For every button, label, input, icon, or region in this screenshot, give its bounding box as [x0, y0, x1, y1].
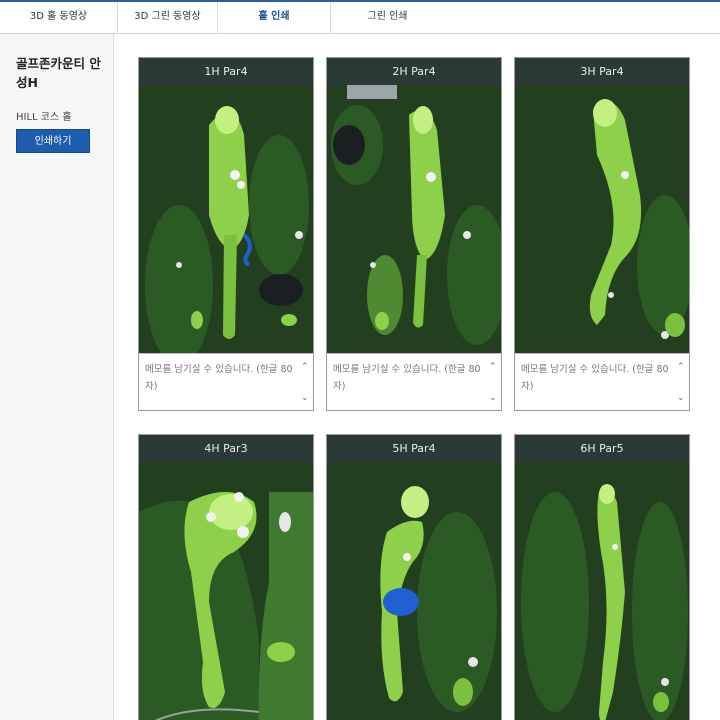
tab-3d-hole-video[interactable]: 3D 홀 동영상	[0, 2, 118, 34]
hole-map-4	[139, 462, 313, 720]
hole-card-4: 4H Par3	[138, 434, 314, 720]
hole-map-1	[139, 85, 313, 353]
hole-card-6: 6H Par5	[514, 434, 690, 720]
scroll-down-icon[interactable]: ⌄	[677, 393, 685, 403]
memo-box[interactable]: ⌃ ⌄	[139, 353, 313, 410]
hole-grid: 1H Par4 메모를 남기실 수 있습니다. (한글 80자) ⌃ ⌄ 2H …	[115, 34, 720, 720]
memo-scrollbar[interactable]: ⌃ ⌄	[675, 354, 689, 409]
memo-box[interactable]: ⌃ ⌄	[327, 353, 501, 410]
hole-label: 1H Par4	[139, 58, 313, 85]
hole-card-1: 1H Par4 메모를 남기실 수 있습니다. (한글 80자) ⌃ ⌄	[138, 57, 314, 411]
course-title: 골프존카운티 안성H	[16, 56, 101, 90]
memo-scrollbar[interactable]: ⌃ ⌄	[299, 354, 313, 409]
hole-map-5	[327, 462, 501, 720]
hole-map-2	[327, 85, 501, 353]
hole-card-3: 3H Par4 ⌃ ⌄	[514, 57, 690, 411]
hole-card-5: 5H Par4	[326, 434, 502, 720]
memo-input[interactable]	[139, 354, 301, 409]
hole-card-2: 2H Par4 메모를 남기실 수 있습니다. (한글 80자) ⌃ ⌄	[326, 57, 502, 411]
hole-label: 2H Par4	[327, 58, 501, 85]
course-subtitle: HILL 코스 홀	[16, 112, 72, 123]
print-button[interactable]: 인쇄하기	[16, 129, 90, 153]
scroll-up-icon[interactable]: ⌃	[301, 362, 309, 372]
hole-map-6	[515, 462, 689, 720]
tab-bar: 3D 홀 동영상 3D 그린 동영상 홀 인쇄 그린 인쇄	[0, 0, 720, 34]
scroll-down-icon[interactable]: ⌄	[301, 393, 309, 403]
memo-box[interactable]: ⌃ ⌄	[515, 353, 689, 410]
hole-map-3	[515, 85, 689, 353]
hole-label: 4H Par3	[139, 435, 313, 462]
hole-label: 3H Par4	[515, 58, 689, 85]
scroll-up-icon[interactable]: ⌃	[489, 362, 497, 372]
tab-green-print[interactable]: 그린 인쇄	[331, 2, 444, 34]
scroll-up-icon[interactable]: ⌃	[677, 362, 685, 372]
hole-label: 5H Par4	[327, 435, 501, 462]
page: 3D 홀 동영상 3D 그린 동영상 홀 인쇄 그린 인쇄 골프존카운티 안성H…	[0, 0, 720, 720]
memo-input[interactable]	[327, 354, 489, 409]
tab-hole-print[interactable]: 홀 인쇄	[218, 2, 331, 34]
tab-3d-green-video[interactable]: 3D 그린 동영상	[118, 2, 218, 34]
memo-scrollbar[interactable]: ⌃ ⌄	[487, 354, 501, 409]
sidebar: 골프존카운티 안성H HILL 코스 홀 인쇄하기	[0, 34, 114, 720]
scroll-down-icon[interactable]: ⌄	[489, 393, 497, 403]
memo-input[interactable]	[515, 354, 677, 409]
hole-label: 6H Par5	[515, 435, 689, 462]
